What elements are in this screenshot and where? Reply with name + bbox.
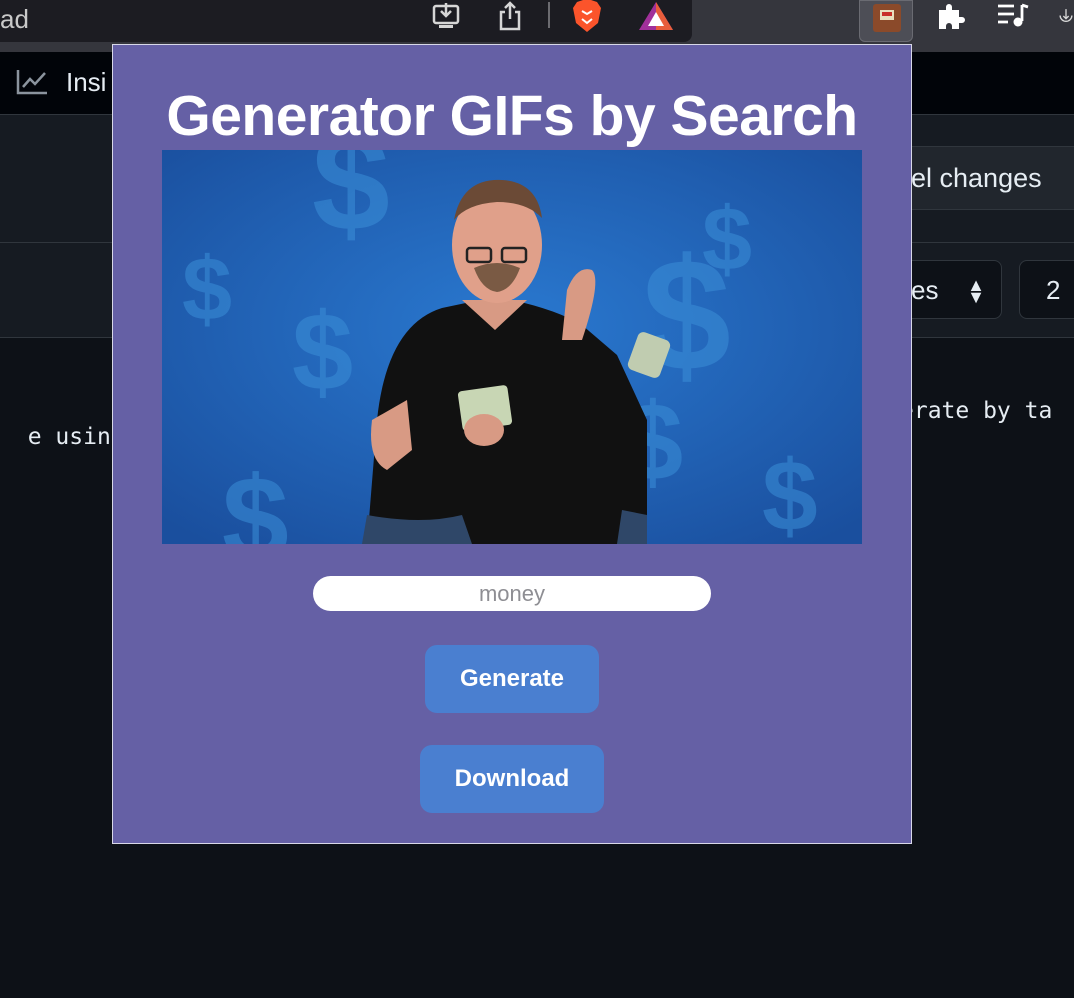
- download-button[interactable]: Download: [420, 745, 604, 813]
- nav-item-label: Insi: [66, 66, 107, 97]
- select-caret-icon: ▲ ▼: [967, 275, 985, 307]
- playlist-icon[interactable]: [996, 0, 1030, 32]
- generate-button[interactable]: Generate: [425, 645, 599, 713]
- brave-shields-icon[interactable]: [570, 0, 604, 32]
- gif-generator-popup: Generator GIFs by Search $ $ $ $ $ $ $ $: [112, 44, 912, 844]
- gif-extension-icon: [873, 4, 901, 32]
- indent-mode-label: es: [911, 275, 939, 305]
- install-app-icon[interactable]: [430, 0, 462, 32]
- svg-text:$: $: [182, 240, 232, 340]
- share-icon[interactable]: [496, 0, 524, 32]
- brave-rewards-icon[interactable]: [638, 0, 674, 32]
- extensions-puzzle-icon[interactable]: [934, 0, 966, 32]
- svg-text:$: $: [312, 150, 390, 260]
- gif-extension-button[interactable]: [859, 0, 913, 42]
- download-icon[interactable]: [1058, 0, 1074, 32]
- svg-text:$: $: [702, 190, 752, 290]
- gif-preview-image: $ $ $ $ $ $ $ $: [162, 150, 862, 544]
- search-input[interactable]: [313, 576, 711, 611]
- svg-text:$: $: [762, 440, 818, 544]
- address-bar-text: ad: [0, 4, 29, 34]
- code-text-right: erate by ta: [900, 398, 1053, 424]
- popup-title: Generator GIFs by Search: [166, 84, 858, 148]
- nav-item-insights[interactable]: Insi: [16, 67, 106, 97]
- graph-icon: [16, 70, 47, 95]
- indent-size-select[interactable]: 2: [1019, 260, 1074, 319]
- svg-text:$: $: [222, 452, 289, 544]
- toolbar-divider: [548, 2, 550, 28]
- svg-text:$: $: [292, 291, 353, 414]
